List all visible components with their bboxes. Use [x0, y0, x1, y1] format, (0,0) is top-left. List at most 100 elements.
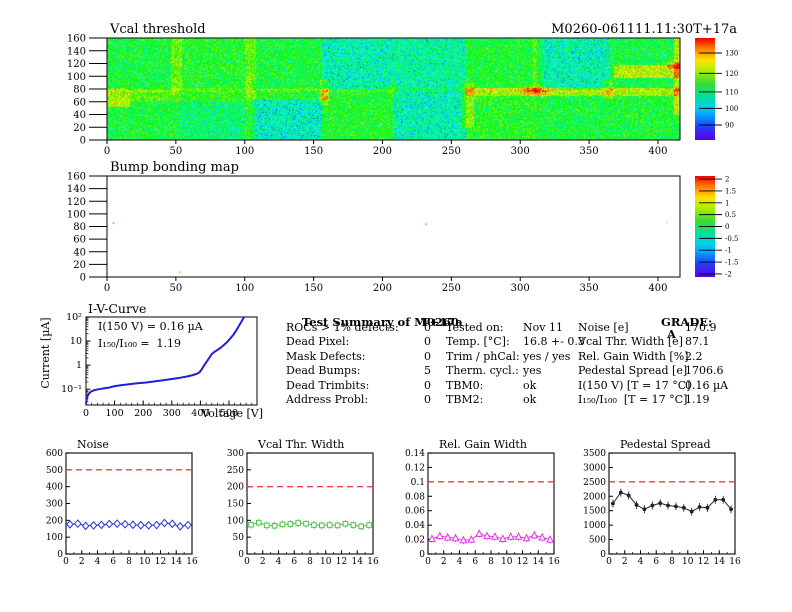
x-tick-label: 350	[580, 146, 599, 157]
triangle-marker	[443, 532, 452, 541]
dot-marker	[642, 507, 647, 512]
roc-x-tick-label: 14	[171, 557, 183, 567]
colorbar-tick-label: 1	[725, 199, 729, 207]
dot-marker	[689, 509, 694, 514]
colorbar-tick-label: 100	[725, 105, 738, 113]
diamond-marker	[184, 520, 192, 530]
summary-label: Temp. [°C]:	[446, 335, 510, 349]
roc-x-tick-label: 6	[653, 557, 659, 567]
dot-marker	[705, 505, 710, 510]
square-marker	[271, 522, 278, 529]
x-tick-label: 300	[511, 283, 530, 294]
triangle-marker	[522, 533, 531, 542]
y-tick-label: 100	[67, 209, 86, 220]
iv-x-tick-label: 300	[163, 408, 181, 419]
summary-label: Therm. cycl.:	[446, 364, 519, 378]
summary-value: 0	[424, 392, 431, 406]
iv-x-tick-label: 100	[106, 408, 124, 419]
summary-value: yes	[523, 364, 542, 378]
iv-x-axis-label: Voltage [V]	[201, 407, 263, 420]
roc-y-tick-label: 100	[227, 516, 244, 526]
dot-marker	[634, 503, 639, 507]
roc-x-tick-label: 14	[352, 557, 364, 567]
iv-y-tick-label: 10⁻¹	[61, 384, 82, 395]
roc-y-tick-label: 0.12	[405, 463, 425, 473]
summary-table: ROCs > 1% defects: 0 Tested on: Nov 11 Noise…	[286, 321, 766, 407]
square-marker	[319, 522, 325, 529]
y-tick-label: 0	[80, 136, 86, 147]
roc-x-tick-label: 8	[307, 557, 313, 567]
dot-marker	[626, 493, 631, 498]
diamond-marker	[113, 519, 122, 529]
summary-row: Dead Pixel: 0 Temp. [°C]: 16.8 +- 0.3 Vcal T…	[286, 335, 766, 349]
summary-label: Mask Defects:	[286, 349, 366, 363]
roc-y-tick-label: 0.08	[405, 492, 425, 502]
roc-y-tick-label: 0.1	[411, 478, 425, 488]
y-tick-label: 20	[73, 260, 86, 271]
summary-value: ok	[523, 392, 537, 406]
roc-x-tick-label: 0	[63, 557, 69, 567]
x-tick-label: 100	[235, 283, 254, 294]
y-tick-label: 100	[67, 72, 86, 83]
roc-y-tick-label: 1000	[583, 521, 606, 531]
colorbar-tick-label: 110	[725, 88, 738, 96]
y-tick-label: 40	[73, 110, 86, 121]
roc-x-tick-label: 16	[729, 557, 741, 567]
roc-x-tick-label: 12	[336, 557, 347, 567]
x-tick-label: 0	[104, 146, 110, 157]
roc-x-tick-label: 6	[291, 557, 297, 567]
x-tick-label: 400	[648, 283, 667, 294]
iv-y-tick-label: 10	[70, 336, 82, 347]
square-marker	[334, 522, 341, 529]
summary-row: Mask Defects: 0 Trim / phCal: yes / yes Rel.…	[286, 350, 766, 364]
colorbar-tick-label: -2	[725, 270, 732, 278]
summary-label: Vcal Thr. Width [e]	[578, 335, 683, 349]
colorbar-tick-label: 0	[725, 223, 729, 231]
vcal-width-plot-title: Vcal Thr. Width	[258, 438, 345, 451]
summary-value: 16.8 +- 0.3	[523, 335, 585, 349]
x-tick-label: 300	[511, 146, 530, 157]
triangle-marker	[530, 530, 539, 539]
dot-marker	[611, 501, 615, 506]
iv-y-tick-label: 10²	[66, 312, 82, 323]
summary-value: 170.9	[685, 321, 717, 334]
colorbar-tick-label: 90	[725, 122, 734, 130]
triangle-marker	[428, 534, 436, 542]
roc-y-tick-label: 0.02	[405, 536, 425, 546]
diamond-marker	[144, 521, 153, 530]
roc-x-tick-label: 4	[95, 557, 101, 567]
bump-map-title: Bump bonding map	[110, 160, 239, 175]
dot-marker	[658, 501, 663, 506]
vcal-colorbar	[695, 38, 715, 140]
iv-x-tick-label: 200	[134, 408, 152, 419]
summary-row: Dead Bumps: 5 Therm. cycl.: yes Pedestal Spr…	[286, 364, 766, 378]
x-tick-label: 150	[304, 283, 323, 294]
diamond-marker	[136, 520, 145, 530]
colorbar-tick-label: -1.5	[725, 259, 739, 267]
summary-value: 5	[424, 364, 431, 378]
dot-marker	[650, 503, 655, 508]
y-tick-label: 20	[73, 123, 86, 134]
diamond-marker	[89, 521, 98, 530]
y-tick-label: 160	[67, 172, 86, 183]
summary-label: Pedestal Spread [e]	[578, 364, 688, 378]
summary-value: 0	[424, 378, 431, 392]
diamond-marker	[176, 522, 185, 531]
triangle-marker	[467, 535, 476, 543]
roc-y-tick-label: 0.06	[405, 507, 425, 517]
iv-annotation-ratio: I₁₅₀/I₁₀₀ = 1.19	[98, 337, 182, 350]
roc-x-tick-label: 12	[517, 557, 528, 567]
x-tick-label: 150	[304, 146, 323, 157]
triangle-marker	[538, 532, 547, 541]
square-marker	[256, 519, 262, 526]
iv-y-tick-label: 1	[76, 360, 82, 371]
roc-x-tick-label: 8	[488, 557, 494, 567]
dot-marker	[697, 505, 702, 509]
roc-y-tick-label: 200	[227, 483, 244, 493]
diamond-marker	[129, 520, 137, 530]
summary-value: 1706.6	[685, 364, 724, 378]
square-marker	[263, 522, 270, 529]
triangle-marker	[459, 535, 468, 544]
diamond-marker	[152, 520, 161, 530]
roc-x-tick-label: 12	[155, 557, 166, 567]
